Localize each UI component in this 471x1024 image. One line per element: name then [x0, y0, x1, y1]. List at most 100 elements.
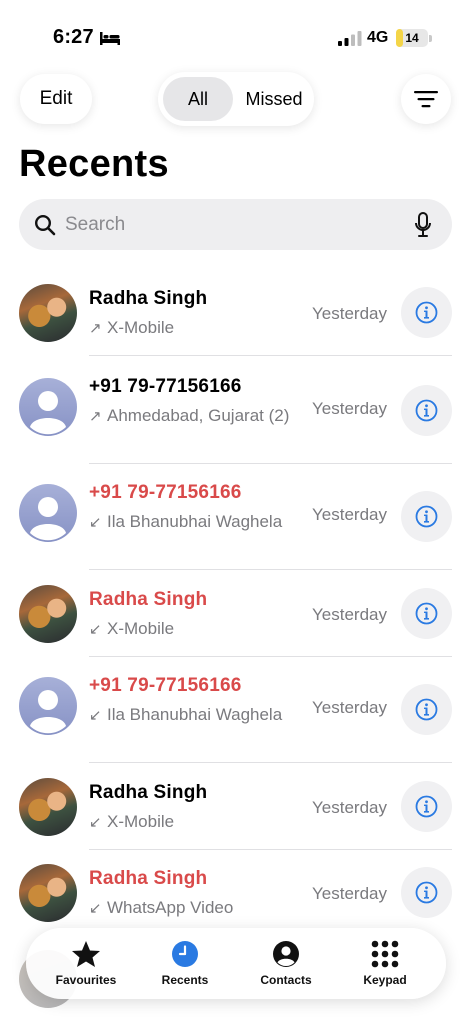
- tab-recents[interactable]: Recents: [131, 932, 239, 995]
- incoming-call-icon: ↙: [89, 514, 102, 531]
- row-divider: [89, 355, 452, 356]
- battery-cap: [429, 35, 432, 42]
- call-detail-text: X-Mobile: [107, 812, 175, 831]
- outgoing-call-icon: ↗: [89, 320, 102, 337]
- search-input[interactable]: [65, 211, 395, 239]
- call-detail-text: Ila Bhanubhai Waghela: [107, 512, 283, 531]
- call-row[interactable]: Radha Singh ↙ WhatsApp Video Yesterday: [0, 850, 471, 936]
- call-detail: ↙ X-Mobile: [89, 615, 299, 644]
- tab-favourites[interactable]: Favourites: [32, 932, 140, 995]
- microphone-icon[interactable]: [414, 212, 432, 238]
- incoming-call-icon: ↙: [89, 900, 102, 917]
- call-time: Yesterday: [312, 304, 387, 323]
- person-circle-icon: [273, 941, 299, 967]
- network-type: 4G: [367, 29, 389, 46]
- signal-icon: [338, 31, 362, 46]
- person-silhouette-icon: [30, 497, 66, 541]
- star-icon: [72, 941, 100, 967]
- call-detail-text: WhatsApp Video: [107, 898, 234, 917]
- info-icon: [415, 301, 438, 324]
- info-button[interactable]: [401, 385, 452, 436]
- status-bar: 6:27 4G 14: [0, 0, 471, 74]
- call-time: Yesterday: [312, 698, 387, 717]
- row-divider: [89, 762, 452, 763]
- bed-icon: [100, 32, 120, 45]
- battery-icon: 14: [396, 29, 428, 47]
- avatar: [19, 864, 77, 922]
- call-detail: ↗ Ahmedabad, Gujarat (2): [89, 402, 299, 431]
- row-divider: [89, 569, 452, 570]
- info-icon: [415, 505, 438, 528]
- call-detail-text: X-Mobile: [107, 619, 175, 638]
- caller-name: Radha Singh: [89, 868, 208, 889]
- tab-bar: Favourites Recents Contacts Keypad: [26, 928, 446, 999]
- call-row[interactable]: Radha Singh ↙ X-Mobile Yesterday: [0, 764, 471, 850]
- info-icon: [415, 399, 438, 422]
- info-button[interactable]: [401, 588, 452, 639]
- info-icon: [415, 881, 438, 904]
- call-row[interactable]: Radha Singh ↗ X-Mobile Yesterday: [0, 270, 471, 356]
- info-button[interactable]: [401, 781, 452, 832]
- call-detail-text: Ahmedabad, Gujarat (2): [107, 406, 290, 425]
- caller-name: +91 79-77156166: [89, 675, 242, 696]
- avatar: [19, 484, 77, 542]
- tab-contacts[interactable]: Contacts: [232, 932, 340, 995]
- info-button[interactable]: [401, 491, 452, 542]
- avatar: [19, 585, 77, 643]
- call-detail: ↙ Ila Bhanubhai Waghela: [89, 508, 299, 537]
- call-detail: ↗ X-Mobile: [89, 314, 299, 343]
- call-time: Yesterday: [312, 798, 387, 817]
- call-detail-text: Ila Bhanubhai Waghela: [107, 705, 283, 724]
- call-row[interactable]: Radha Singh ↙ X-Mobile Yesterday: [0, 571, 471, 657]
- search-bar: [19, 199, 452, 250]
- avatar: [19, 284, 77, 342]
- call-row[interactable]: +91 79-77156166 ↗ Ahmedabad, Gujarat (2) Ye…: [0, 358, 471, 464]
- call-detail: ↙ X-Mobile: [89, 808, 299, 837]
- incoming-call-icon: ↙: [89, 621, 102, 638]
- call-time: Yesterday: [312, 884, 387, 903]
- battery-level: 14: [405, 31, 419, 45]
- clock-icon: [172, 941, 198, 967]
- status-time: 6:27: [53, 26, 94, 48]
- info-icon: [415, 602, 438, 625]
- outgoing-call-icon: ↗: [89, 408, 102, 425]
- caller-name: Radha Singh: [89, 782, 208, 803]
- call-detail: ↙ WhatsApp Video: [89, 894, 299, 923]
- edit-button[interactable]: Edit: [20, 74, 92, 124]
- avatar: [19, 378, 77, 436]
- call-time: Yesterday: [312, 399, 387, 418]
- incoming-call-icon: ↙: [89, 707, 102, 724]
- filter-missed-button[interactable]: Missed: [238, 77, 310, 121]
- info-button[interactable]: [401, 867, 452, 918]
- call-row[interactable]: +91 79-77156166 ↙ Ila Bhanubhai Waghela Yes…: [0, 464, 471, 570]
- filter-lines-icon: [414, 91, 438, 108]
- tab-label: Keypad: [363, 973, 407, 987]
- page-title: Recents: [19, 143, 169, 185]
- call-time: Yesterday: [312, 605, 387, 624]
- tab-label: Recents: [161, 973, 209, 987]
- caller-name: Radha Singh: [89, 589, 208, 610]
- info-icon: [415, 698, 438, 721]
- caller-name: +91 79-77156166: [89, 376, 242, 397]
- filter-all-button[interactable]: All: [163, 77, 233, 121]
- tab-keypad[interactable]: Keypad: [331, 932, 439, 995]
- info-button[interactable]: [401, 684, 452, 735]
- search-icon: [34, 214, 56, 236]
- info-button[interactable]: [401, 287, 452, 338]
- filter-menu-button[interactable]: [401, 74, 451, 124]
- keypad-icon: [371, 940, 399, 968]
- call-row[interactable]: +91 79-77156166 ↙ Ila Bhanubhai Waghela Yes…: [0, 657, 471, 763]
- filter-segmented-control: All Missed: [158, 72, 314, 126]
- tab-label: Favourites: [55, 973, 117, 987]
- caller-name: +91 79-77156166: [89, 482, 242, 503]
- avatar: [19, 677, 77, 735]
- person-silhouette-icon: [30, 391, 66, 435]
- call-detail-text: X-Mobile: [107, 318, 175, 337]
- call-detail: ↙ Ila Bhanubhai Waghela: [89, 701, 299, 730]
- avatar: [19, 778, 77, 836]
- tab-label: Contacts: [260, 973, 312, 987]
- info-icon: [415, 795, 438, 818]
- call-time: Yesterday: [312, 505, 387, 524]
- incoming-call-icon: ↙: [89, 814, 102, 831]
- person-silhouette-icon: [30, 690, 66, 734]
